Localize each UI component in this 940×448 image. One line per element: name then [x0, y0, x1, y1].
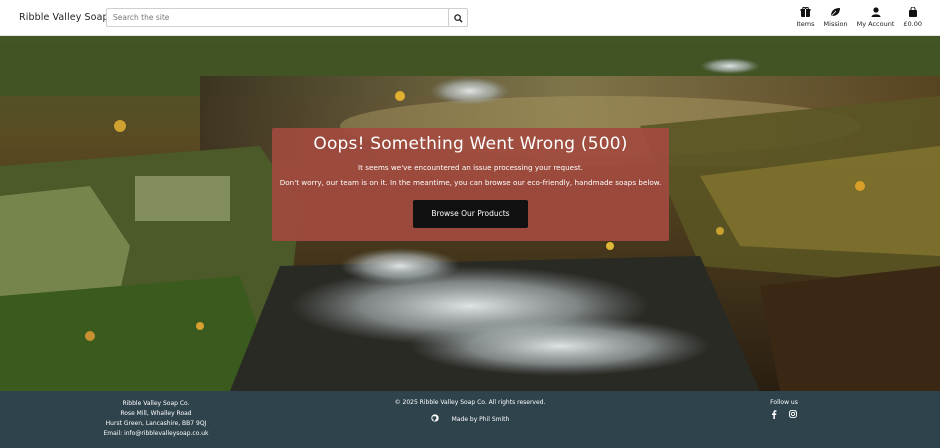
main-nav: Items Mission My Account £0.00 [796, 6, 922, 28]
github-icon[interactable] [430, 414, 439, 424]
error-card: Oops! Something Went Wrong (500) It seem… [272, 128, 669, 241]
search-button[interactable] [448, 9, 467, 26]
footer-address: Ribble Valley Soap Co. Rose Mill, Whalle… [0, 399, 312, 439]
user-icon [871, 6, 881, 17]
nav-basket[interactable]: £0.00 [903, 6, 922, 28]
shopping-bag-icon [908, 6, 918, 17]
basket-total: £0.00 [903, 20, 922, 28]
search-bar [106, 8, 468, 27]
leaf-icon [830, 6, 841, 17]
made-by-text: Made by Phil Smith [451, 415, 510, 423]
search-icon [453, 8, 463, 27]
nav-label: Mission [823, 20, 848, 28]
nav-mission[interactable]: Mission [824, 6, 848, 28]
made-by: Made by Phil Smith [312, 414, 628, 424]
footer-email[interactable]: Email: info@ribblevalleysoap.co.uk [0, 429, 312, 439]
nav-items[interactable]: Items [796, 6, 815, 28]
site-header: Ribble Valley Soap Co. Items Mission My [0, 0, 940, 36]
follow-us-label: Follow us [770, 399, 798, 406]
footer-follow: Follow us [744, 399, 824, 419]
search-input[interactable] [107, 9, 448, 26]
instagram-icon[interactable] [789, 410, 797, 419]
nav-label: My Account [856, 20, 895, 28]
copyright-text: © 2025 Ribble Valley Soap Co. All rights… [394, 399, 546, 406]
footer-company-name: Ribble Valley Soap Co. [122, 400, 190, 407]
site-footer: Ribble Valley Soap Co. Rose Mill, Whalle… [0, 391, 940, 448]
nav-my-account[interactable]: My Account [856, 6, 895, 28]
browse-products-button[interactable]: Browse Our Products [413, 200, 528, 228]
gift-icon [800, 6, 811, 17]
nav-label: Items [796, 20, 815, 28]
hero-section: Oops! Something Went Wrong (500) It seem… [0, 36, 940, 391]
footer-address-line: Rose Mill, Whalley Road [120, 410, 192, 417]
error-message: It seems we've encountered an issue proc… [358, 163, 583, 172]
social-links [744, 410, 824, 419]
error-submessage: Don't worry, our team is on it. In the m… [279, 178, 662, 187]
error-title: Oops! Something Went Wrong (500) [313, 134, 628, 154]
footer-address-line: Hurst Green, Lancashire, BB7 9QJ [105, 420, 207, 427]
footer-center: © 2025 Ribble Valley Soap Co. All rights… [312, 399, 628, 424]
facebook-icon[interactable] [771, 410, 777, 419]
